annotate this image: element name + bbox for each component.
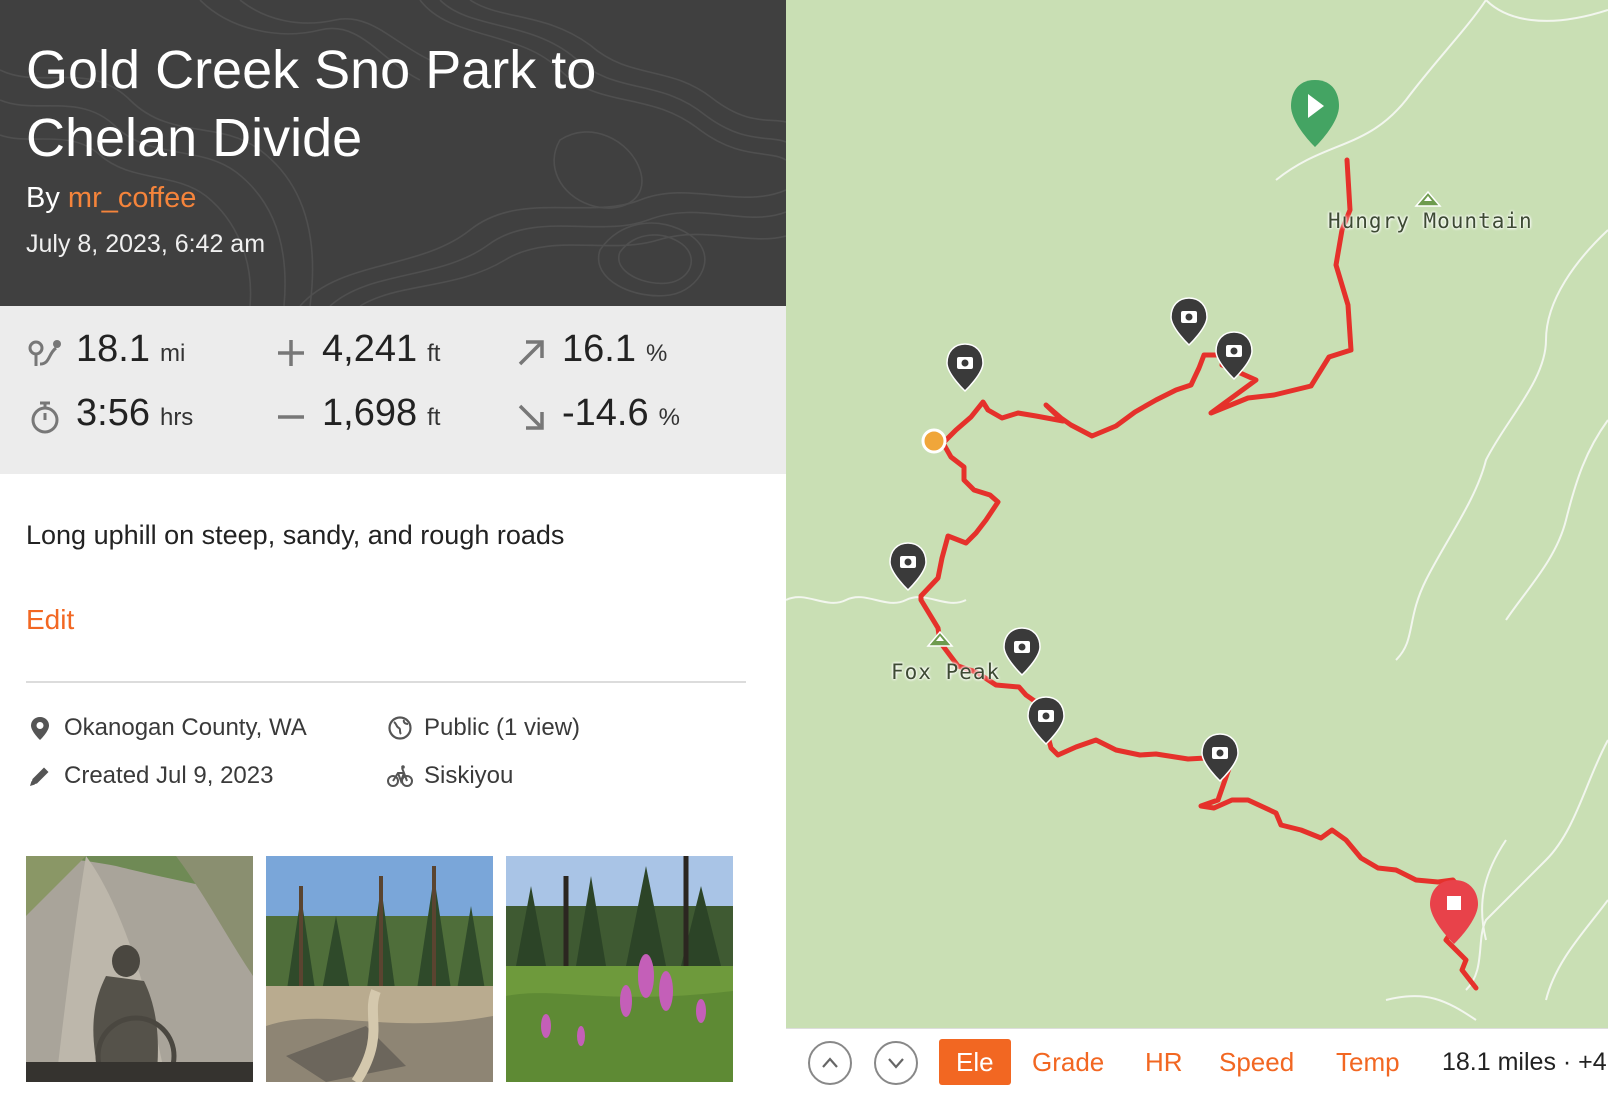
route-header: Gold Creek Sno Park to Chelan Divide By … xyxy=(0,0,786,306)
mode-hr[interactable]: HR xyxy=(1145,1039,1183,1085)
camera-lens xyxy=(1042,712,1050,720)
peak-marker-hungry-mountain xyxy=(1414,190,1442,207)
stat-min-grade: -14.6 % xyxy=(512,392,680,435)
route-details-panel: Gold Creek Sno Park to Chelan Divide By … xyxy=(0,0,786,1098)
camera-lens xyxy=(961,359,969,367)
route-distance-icon xyxy=(28,340,61,366)
meta-location: Okanogan County, WA xyxy=(26,714,307,742)
stopwatch-icon xyxy=(31,401,59,434)
photo-thumbnail-2[interactable] xyxy=(266,856,493,1082)
chevron-up-icon xyxy=(822,1057,838,1068)
visibility-text: Public (1 view) xyxy=(424,714,581,741)
photo-thumbnail-3[interactable] xyxy=(506,856,733,1082)
end-pin[interactable] xyxy=(1430,880,1478,944)
max-grade-unit: % xyxy=(645,340,668,367)
photo-marker-3[interactable] xyxy=(1215,331,1253,381)
camera-lens xyxy=(1216,749,1224,757)
byline: By mr_coffee xyxy=(26,182,196,215)
stat-duration: 3:56 hrs xyxy=(26,392,193,435)
stat-distance: 18.1 mi xyxy=(26,328,185,371)
divider xyxy=(26,681,746,683)
chart-up-button[interactable] xyxy=(808,1041,852,1085)
photo-marker-6[interactable] xyxy=(1027,696,1065,746)
forest-trail-photo xyxy=(266,856,493,1082)
route-description: Long uphill on steep, sandy, and rough r… xyxy=(26,520,565,550)
gravel-road-shadow-photo xyxy=(26,856,253,1082)
duration-value: 3:56 xyxy=(76,392,150,434)
camera-lens xyxy=(1018,643,1026,651)
arrow-down-right-icon xyxy=(518,404,544,430)
elevation-loss-unit: ft xyxy=(427,404,441,431)
meta-bike: Siskiyou xyxy=(386,762,513,790)
meta-visibility: Public (1 view) xyxy=(386,714,580,742)
distance-unit: mi xyxy=(159,340,186,367)
camera-lens xyxy=(1230,347,1238,355)
photo-marker-4[interactable] xyxy=(889,542,927,592)
location-text: Okanogan County, WA xyxy=(64,714,307,741)
chart-down-button[interactable] xyxy=(874,1041,918,1085)
min-grade-unit: % xyxy=(658,404,680,431)
bike-icon xyxy=(387,765,413,787)
route-title: Gold Creek Sno Park to Chelan Divide xyxy=(26,40,597,168)
stats-panel: 18.1 mi 4,241 ft 16.1 % 3:56 hrs 1,698 f… xyxy=(0,306,786,474)
elevation-gain-value: 4,241 xyxy=(322,328,418,370)
peak-marker-fox-peak xyxy=(926,630,954,647)
mode-temp[interactable]: Temp xyxy=(1336,1039,1400,1085)
map-label-hungry-mountain: Hungry Mountain xyxy=(1328,209,1533,233)
edit-link[interactable]: Edit xyxy=(26,604,74,636)
camera-lens xyxy=(1185,313,1193,321)
elevation-loss-value: 1,698 xyxy=(322,392,418,434)
max-grade-value: 16.1 xyxy=(562,328,636,370)
photo-marker-7[interactable] xyxy=(1201,733,1239,783)
mode-grade[interactable]: Grade xyxy=(1032,1039,1104,1085)
location-pin-icon xyxy=(31,717,49,740)
route-line xyxy=(918,157,1479,991)
chart-summary: 18.1 miles · +4 xyxy=(1442,1048,1607,1076)
photo-thumbnail-1[interactable] xyxy=(26,856,253,1082)
duration-unit: hrs xyxy=(159,404,194,431)
photo-marker-5[interactable] xyxy=(1003,627,1041,677)
by-label: By xyxy=(26,182,60,214)
map-canvas xyxy=(786,0,1608,1021)
camera-lens xyxy=(904,558,912,566)
photo-marker-2[interactable] xyxy=(1170,297,1208,347)
ride-date: July 8, 2023, 6:42 am xyxy=(26,230,266,258)
minus-icon xyxy=(278,415,304,419)
min-grade-value: -14.6 xyxy=(562,392,649,434)
created-text: Created Jul 9, 2023 xyxy=(64,762,274,789)
chevron-down-icon xyxy=(888,1058,904,1069)
elevation-gain-unit: ft xyxy=(427,340,441,367)
plus-icon xyxy=(278,340,304,366)
distance-value: 18.1 xyxy=(76,328,150,370)
stat-elevation-gain: 4,241 ft xyxy=(272,328,440,371)
current-position-dot[interactable] xyxy=(921,428,947,454)
arrow-up-right-icon xyxy=(518,340,544,366)
start-pin[interactable] xyxy=(1291,80,1339,147)
stat-max-grade: 16.1 % xyxy=(512,328,667,371)
fireweed-meadow-photo xyxy=(506,856,733,1082)
meta-created: Created Jul 9, 2023 xyxy=(26,762,273,790)
elevation-chart-bar: Ele Grade HR Speed Temp 18.1 miles · +4 xyxy=(786,1028,1608,1098)
route-map[interactable]: Hungry Mountain Fox Peak xyxy=(786,0,1608,1028)
author-link[interactable]: mr_coffee xyxy=(68,182,196,214)
mode-speed[interactable]: Speed xyxy=(1219,1039,1294,1085)
pencil-icon xyxy=(30,767,49,786)
globe-icon xyxy=(388,716,412,740)
stat-elevation-loss: 1,698 ft xyxy=(272,392,440,435)
photo-marker-1[interactable] xyxy=(946,343,984,393)
bike-text: Siskiyou xyxy=(424,762,514,789)
mode-ele[interactable]: Ele xyxy=(939,1039,1011,1085)
map-label-fox-peak: Fox Peak xyxy=(891,660,1001,684)
